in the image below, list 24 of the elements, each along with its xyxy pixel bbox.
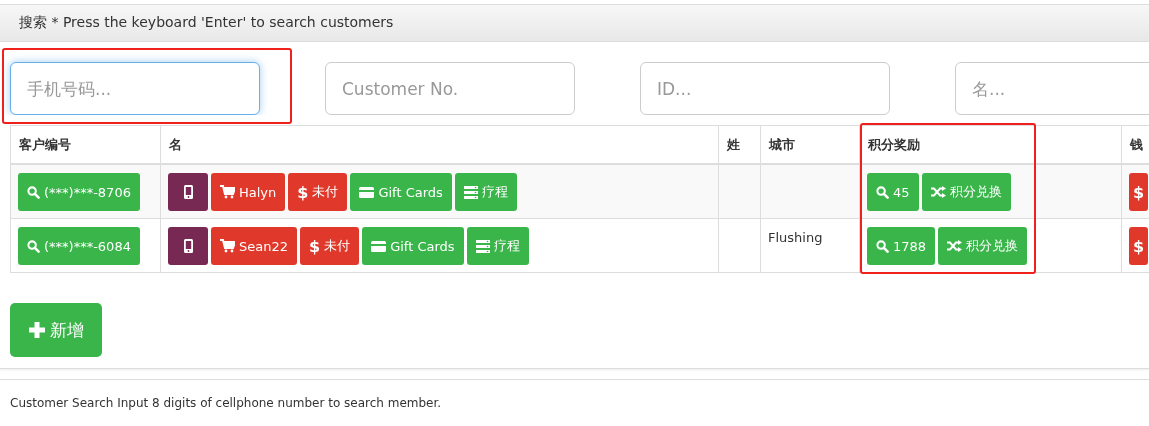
cart-button[interactable]: Sean22 (211, 227, 297, 265)
treatment-button[interactable]: 疗程 (466, 227, 529, 265)
points-button[interactable]: 1788 (867, 227, 936, 265)
wallet-button[interactable]: $ (1129, 173, 1149, 211)
unpaid-button[interactable]: $ 未付 (300, 227, 360, 265)
city-text: Flushing (768, 229, 823, 245)
treatment-button[interactable]: 疗程 (454, 173, 517, 211)
search-field[interactable]: Customer No. (325, 62, 575, 115)
cart-button[interactable]: Halyn (211, 173, 286, 211)
customer-number-button[interactable]: (***)***-6084 (18, 227, 140, 265)
add-button[interactable]: 新增 (10, 303, 102, 357)
search-field[interactable]: 手机号码... (10, 62, 260, 115)
panel-title: 搜索 * Press the keyboard 'Enter' to search customers (19, 14, 394, 32)
unpaid-button[interactable]: $ 未付 (288, 173, 348, 211)
gift-cards-button[interactable]: Gift Cards (362, 227, 464, 265)
exchange-button[interactable]: 积分兑换 (921, 173, 1011, 211)
points-button[interactable]: 45 (867, 173, 919, 211)
help-text: Customer Search Input 8 digits of cellphone number to search member. (10, 396, 442, 410)
customer-number-button[interactable]: (***)***-8706 (18, 173, 140, 211)
search-field[interactable]: ID... (640, 62, 890, 115)
wallet-button[interactable]: $ (1129, 227, 1149, 265)
search-field[interactable]: 名... (955, 62, 1149, 115)
gift-cards-button[interactable]: Gift Cards (350, 173, 452, 211)
exchange-button[interactable]: 积分兑换 (938, 227, 1028, 265)
